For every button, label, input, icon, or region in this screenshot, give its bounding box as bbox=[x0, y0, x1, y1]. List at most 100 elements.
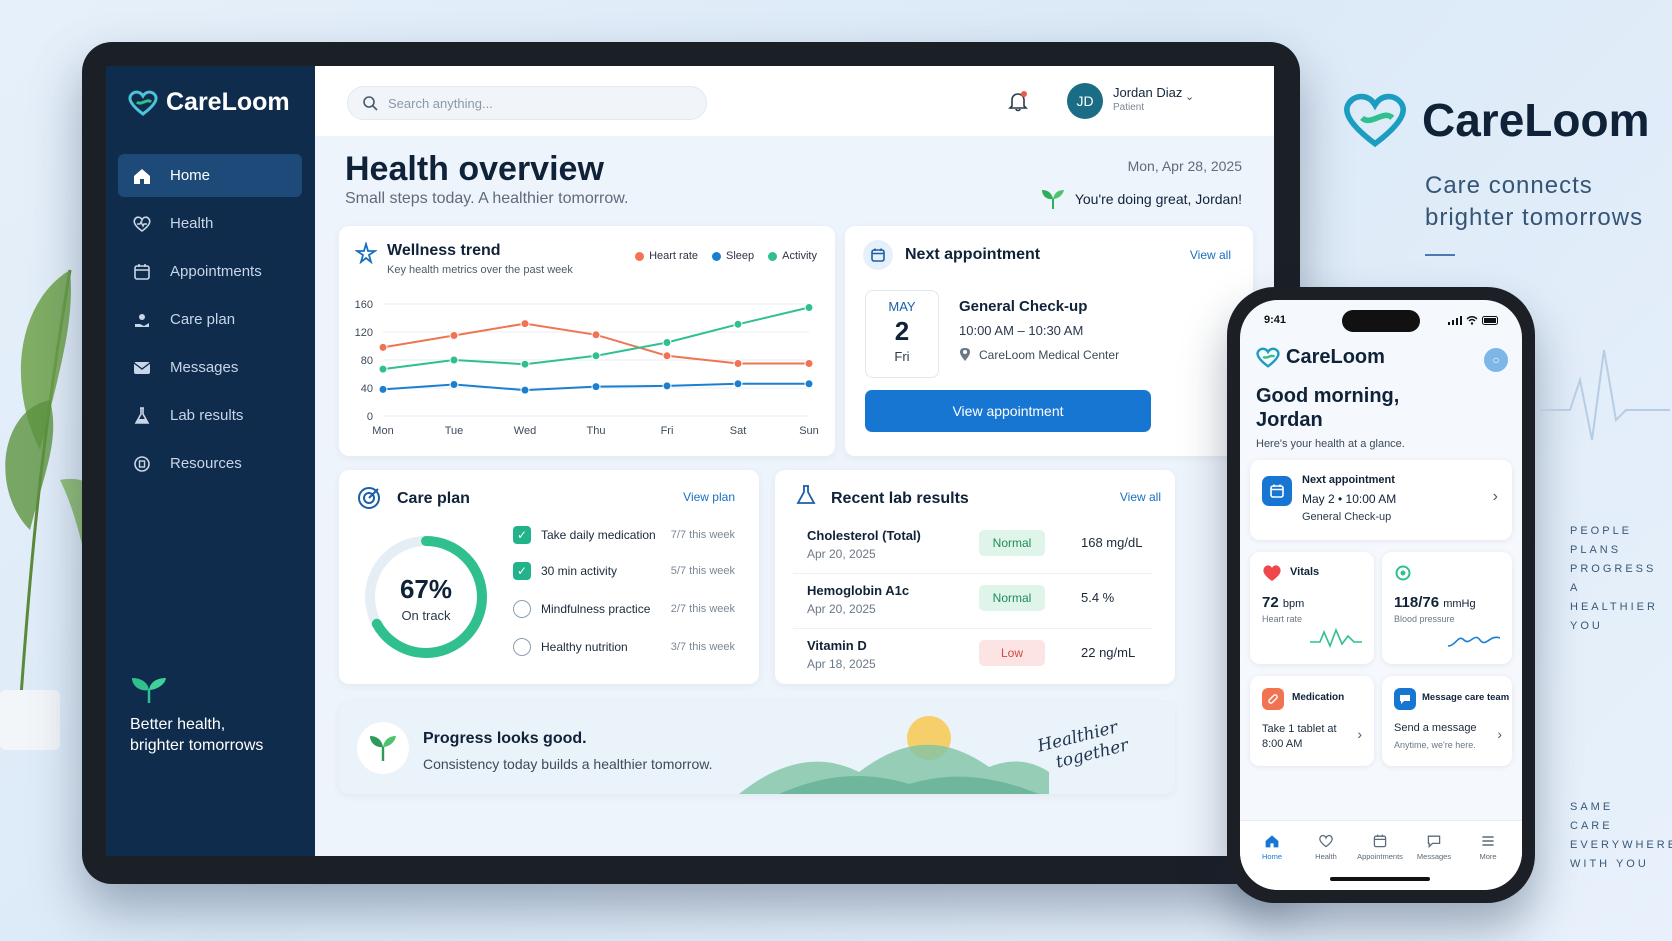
calendar-icon bbox=[1262, 476, 1292, 506]
lab-value: 5.4 % bbox=[1081, 590, 1115, 605]
legend-label: Sleep bbox=[726, 250, 755, 262]
vitals-heart-card[interactable]: Vitals 72 bpm Heart rate bbox=[1250, 552, 1374, 664]
care-plan-icon bbox=[135, 313, 149, 327]
search-input[interactable]: Search anything... bbox=[388, 96, 493, 111]
sidebar-item-appointments[interactable]: Appointments bbox=[118, 250, 302, 293]
lab-row[interactable]: Cholesterol (Total) Apr 20, 2025 Normal … bbox=[793, 522, 1153, 574]
legend-heart-rate[interactable]: Heart rate bbox=[635, 250, 698, 262]
task-count: 2/7 this week bbox=[670, 603, 735, 615]
data-point bbox=[449, 355, 459, 365]
avatar[interactable]: JD bbox=[1067, 83, 1103, 119]
side-word: YOU bbox=[1570, 620, 1603, 632]
chevron-right-icon[interactable]: › bbox=[1493, 488, 1498, 506]
sidebar-item-resources[interactable]: Resources bbox=[118, 442, 302, 485]
pill-icon bbox=[1262, 688, 1284, 710]
tab-messages[interactable]: Messages bbox=[1406, 833, 1462, 861]
phone-next-appointment-card[interactable]: Next appointment May 2 • 10:00 AM Genera… bbox=[1250, 460, 1512, 540]
side-word: EVERYWHERE bbox=[1570, 839, 1672, 851]
care-plan-task[interactable]: ✓ Take daily medication 7/7 this week bbox=[513, 526, 735, 544]
chevron-down-icon[interactable]: ⌄ bbox=[1185, 90, 1194, 103]
sidebar-item-messages[interactable]: Messages bbox=[118, 346, 302, 389]
tab-home[interactable]: Home bbox=[1244, 833, 1300, 861]
sidebar-item-home[interactable]: Home bbox=[118, 154, 302, 197]
view-all-labs-link[interactable]: View all bbox=[1120, 490, 1161, 504]
data-point bbox=[591, 382, 601, 392]
search-bar[interactable]: Search anything... bbox=[347, 86, 707, 120]
data-point bbox=[733, 359, 743, 368]
checked-icon[interactable]: ✓ bbox=[513, 526, 531, 544]
sidebar-item-care-plan[interactable]: Care plan bbox=[118, 298, 302, 341]
x-tick-label: Wed bbox=[514, 425, 536, 437]
chevron-right-icon[interactable]: › bbox=[1497, 726, 1502, 742]
wifi-icon bbox=[1466, 316, 1478, 325]
bp-unit: mmHg bbox=[1443, 598, 1476, 610]
bell-icon[interactable] bbox=[1007, 90, 1029, 112]
encouragement-text: You're doing great, Jordan! bbox=[1074, 191, 1242, 207]
y-tick-label: 160 bbox=[355, 299, 373, 311]
lab-row[interactable]: Hemoglobin A1c Apr 20, 2025 Normal 5.4 % bbox=[793, 577, 1153, 629]
view-appointment-button[interactable]: View appointment bbox=[865, 390, 1151, 432]
data-point bbox=[449, 380, 459, 389]
page-subtitle: Small steps today. A healthier tomorrow. bbox=[345, 190, 629, 207]
data-point bbox=[804, 359, 814, 368]
unchecked-icon[interactable] bbox=[513, 600, 531, 618]
phone-subtitle: Here's your health at a glance. bbox=[1256, 438, 1405, 450]
heartbeat-decoration bbox=[1540, 349, 1670, 441]
lab-name: Vitamin D bbox=[807, 638, 867, 653]
care-plan-task[interactable]: ✓ 30 min activity 5/7 this week bbox=[513, 562, 735, 580]
x-tick-label: Fri bbox=[661, 425, 674, 437]
sidebar-item-lab-results[interactable]: Lab results bbox=[118, 394, 302, 437]
tab-more[interactable]: More bbox=[1460, 833, 1516, 861]
y-tick-label: 40 bbox=[361, 383, 373, 395]
unchecked-icon[interactable] bbox=[513, 638, 531, 656]
bp-sparkline bbox=[1448, 636, 1500, 647]
checked-icon[interactable]: ✓ bbox=[513, 562, 531, 580]
tab-appointments[interactable]: Appointments bbox=[1352, 833, 1408, 861]
sprout-icon bbox=[1041, 190, 1064, 209]
view-all-appointments-link[interactable]: View all bbox=[1190, 248, 1231, 262]
data-point bbox=[733, 379, 743, 389]
legend-sleep[interactable]: Sleep bbox=[712, 250, 754, 262]
lab-row[interactable]: Vitamin D Apr 18, 2025 Low 22 ng/mL bbox=[793, 632, 1153, 684]
flask-icon bbox=[134, 406, 150, 424]
home-indicator bbox=[1330, 877, 1430, 881]
phone-logo[interactable]: CareLoom bbox=[1256, 346, 1385, 369]
tablet-screen: CareLoom Home Health Appointments Care p… bbox=[106, 66, 1274, 856]
tagline-line-2: brighter tomorrows bbox=[1425, 204, 1644, 231]
side-word: PLANS bbox=[1570, 544, 1622, 556]
lab-value: 22 ng/mL bbox=[1081, 645, 1136, 660]
wellness-subtitle: Key health metrics over the past week bbox=[387, 264, 573, 276]
legend-activity[interactable]: Activity bbox=[768, 250, 817, 262]
careloom-logo-icon bbox=[1344, 93, 1406, 148]
care-plan-task[interactable]: Healthy nutrition 3/7 this week bbox=[513, 638, 735, 656]
legend-label: Heart rate bbox=[649, 250, 699, 262]
search-icon bbox=[363, 96, 378, 111]
appointment-month: MAY bbox=[888, 299, 916, 314]
medication-card[interactable]: Medication Take 1 tablet at 8:00 AM › bbox=[1250, 676, 1374, 766]
y-tick-label: 80 bbox=[361, 355, 373, 367]
message-sub: Anytime, we're here. bbox=[1394, 740, 1476, 750]
side-words-bottom: SAME CARE EVERYWHERE WITH YOU bbox=[1570, 798, 1672, 874]
care-plan-task[interactable]: Mindfulness practice 2/7 this week bbox=[513, 600, 735, 618]
sidebar-item-health[interactable]: Health bbox=[118, 202, 302, 245]
app-logo[interactable]: CareLoom bbox=[128, 88, 290, 117]
user-role: Patient bbox=[1113, 102, 1145, 113]
message-icon bbox=[1427, 835, 1441, 849]
tab-label: Health bbox=[1315, 852, 1337, 861]
chevron-right-icon[interactable]: › bbox=[1357, 726, 1362, 742]
wellness-icon bbox=[355, 242, 377, 264]
brand-tagline: Care connects brighter tomorrows bbox=[1425, 170, 1643, 234]
appointment-day: 2 bbox=[894, 316, 910, 346]
data-point bbox=[591, 351, 601, 361]
vitals-bp-card[interactable]: 118/76 mmHg Blood pressure bbox=[1382, 552, 1512, 664]
y-tick-label: 0 bbox=[367, 411, 373, 423]
view-plan-link[interactable]: View plan bbox=[683, 490, 735, 504]
user-name[interactable]: Jordan Diaz bbox=[1113, 85, 1182, 100]
lab-name: Cholesterol (Total) bbox=[807, 528, 921, 543]
tab-health[interactable]: Health bbox=[1298, 833, 1354, 861]
banner-text: Consistency today builds a healthier tom… bbox=[423, 756, 713, 772]
app-name: CareLoom bbox=[166, 88, 290, 116]
phone-profile-icon[interactable]: ○ bbox=[1484, 348, 1508, 372]
phone-appt-title: Next appointment bbox=[1302, 474, 1395, 486]
message-care-team-card[interactable]: Message care team Send a message Anytime… bbox=[1382, 676, 1512, 766]
